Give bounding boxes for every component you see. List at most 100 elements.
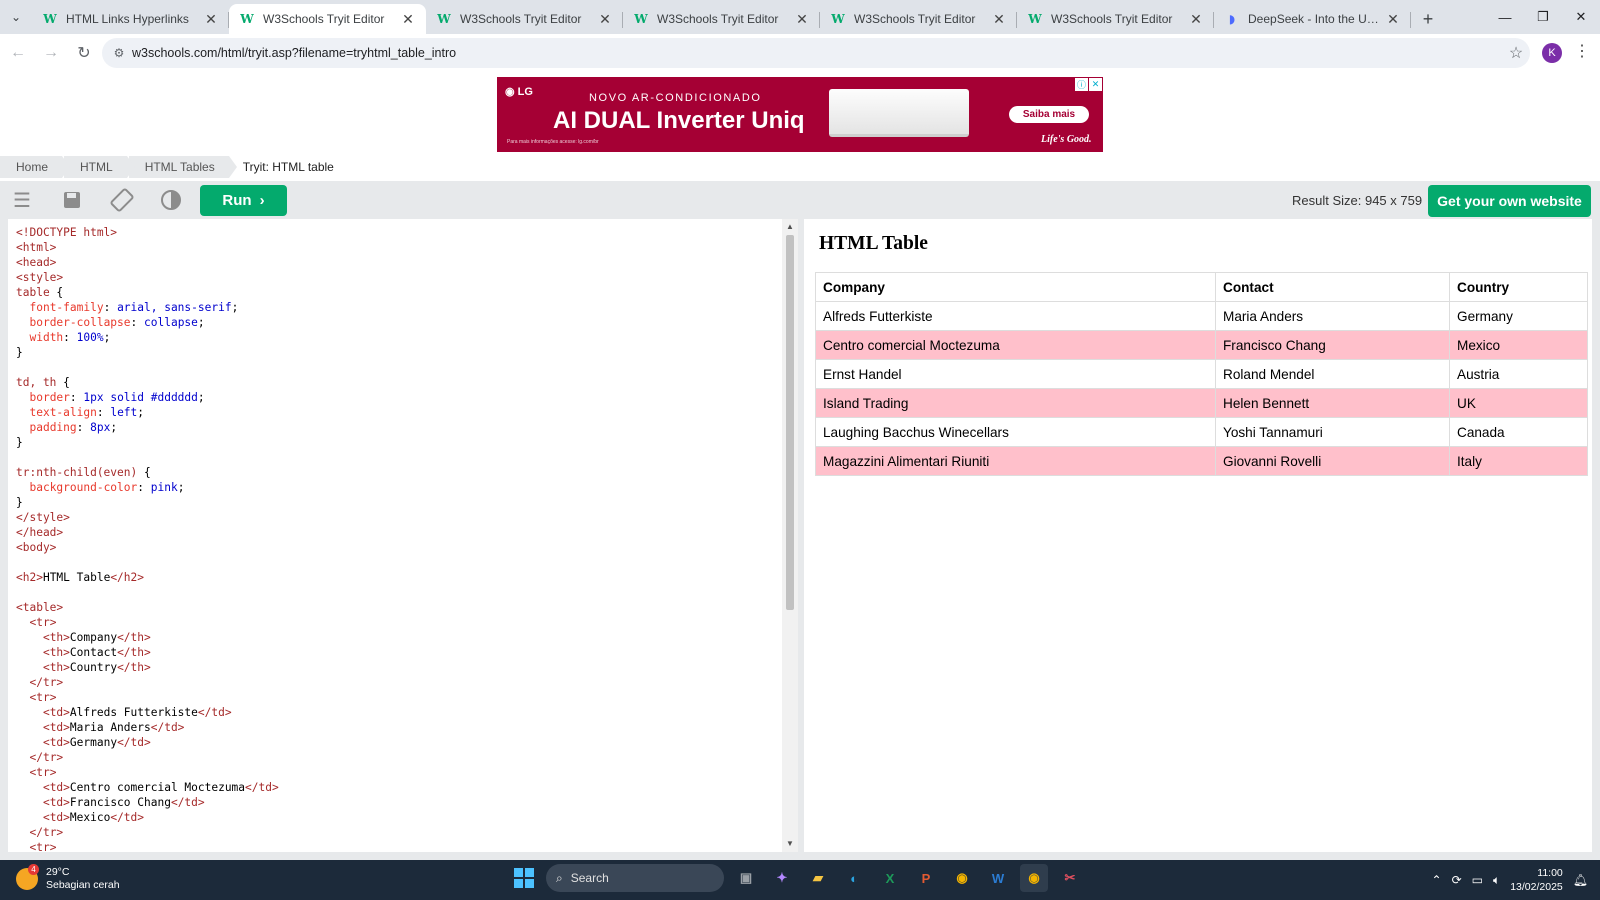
taskbar-search-text: Search: [570, 871, 609, 885]
ad-info-icon[interactable]: ⓘ: [1075, 78, 1088, 91]
browser-tab[interactable]: W HTML Links Hyperlinks ✕: [32, 4, 229, 34]
breadcrumb-html[interactable]: HTML: [64, 156, 135, 178]
header-company: Company: [815, 272, 1216, 302]
new-tab-button[interactable]: +: [1413, 4, 1443, 34]
url-text[interactable]: w3schools.com/html/tryit.asp?filename=tr…: [132, 46, 1502, 60]
save-icon[interactable]: [59, 188, 85, 212]
address-bar: ← → ↻ ⚙ w3schools.com/html/tryit.asp?fil…: [0, 34, 1600, 72]
table-cell: Island Trading: [815, 388, 1216, 418]
ad-product-image: [829, 89, 969, 137]
table-body: Alfreds Futterkiste Maria Anders Germany Ce…: [815, 301, 1588, 476]
chrome-active-icon[interactable]: ◉: [1020, 864, 1048, 892]
browser-tab[interactable]: W W3Schools Tryit Editor ✕: [820, 4, 1017, 34]
browser-tab[interactable]: W W3Schools Tryit Editor ✕: [426, 4, 623, 34]
scroll-thumb[interactable]: [786, 235, 794, 610]
theme-toggle-icon[interactable]: [158, 188, 184, 212]
ad-tagline: Life's Good.: [1041, 134, 1092, 145]
edge-icon[interactable]: ◐: [840, 864, 868, 892]
code-editor[interactable]: <!DOCTYPE html> <html> <head> <style> ta…: [8, 219, 798, 852]
powerpoint-icon[interactable]: P: [912, 864, 940, 892]
notification-bell-icon[interactable]: 🔔︎: [1573, 873, 1588, 887]
breadcrumb-html-tables[interactable]: HTML Tables: [128, 156, 237, 178]
browser-tab[interactable]: W W3Schools Tryit Editor ✕: [1017, 4, 1214, 34]
tab-close-icon[interactable]: ✕: [794, 11, 810, 28]
result-frame: HTML Table Company Contact Country Alfre…: [804, 219, 1592, 852]
tab-close-icon[interactable]: ✕: [1188, 11, 1204, 28]
ad-cta-button[interactable]: Saiba mais: [1009, 106, 1089, 123]
tab-close-icon[interactable]: ✕: [597, 11, 613, 28]
table-cell: Germany: [1449, 301, 1588, 331]
ad-title: AI DUAL Inverter Uniq: [553, 107, 805, 134]
tab-close-icon[interactable]: ✕: [1385, 11, 1401, 28]
file-explorer-icon[interactable]: ▰: [804, 864, 832, 892]
bookmark-star-icon[interactable]: ☆: [1502, 43, 1530, 63]
ad-close-icon[interactable]: ✕: [1089, 78, 1102, 91]
breadcrumb: Home HTML HTML Tables Tryit: HTML table: [0, 156, 350, 178]
clock-time: 11:00: [1537, 867, 1563, 879]
code-text[interactable]: <!DOCTYPE html> <html> <head> <style> ta…: [16, 225, 279, 852]
profile-avatar[interactable]: K: [1542, 43, 1562, 63]
scroll-up-icon[interactable]: ▲: [782, 220, 798, 234]
browser-tab[interactable]: W W3Schools Tryit Editor ✕: [623, 4, 820, 34]
restore-icon[interactable]: ❐: [1524, 0, 1562, 34]
snipping-tool-icon[interactable]: ✂: [1056, 864, 1084, 892]
reload-icon[interactable]: ↻: [69, 38, 99, 68]
table-row: Magazzini Alimentari Riuniti Giovanni Rov…: [815, 446, 1588, 476]
tab-title: W3Schools Tryit Editor: [1051, 12, 1173, 26]
tab-close-icon[interactable]: ✕: [203, 11, 219, 28]
url-field[interactable]: ⚙ w3schools.com/html/tryit.asp?filename=…: [102, 38, 1530, 68]
system-tray: ⌃ ⟳ ▭ 🔈︎ 11:00 13/02/2025 🔔︎: [1432, 860, 1588, 900]
table-cell: Helen Bennett: [1215, 388, 1450, 418]
taskbar-search[interactable]: ⌕ Search: [546, 864, 724, 892]
close-window-icon[interactable]: ✕: [1562, 0, 1600, 34]
table-cell: Magazzini Alimentari Riuniti: [815, 446, 1216, 476]
sun-icon: 4: [16, 864, 39, 890]
sync-icon[interactable]: ⟳: [1452, 873, 1462, 887]
w3schools-icon: W: [831, 12, 845, 26]
table-cell: Centro comercial Moctezuma: [815, 330, 1216, 360]
run-button[interactable]: Run ›: [200, 185, 287, 216]
browser-menu-icon[interactable]: ⋮: [1572, 41, 1592, 65]
ad-kicker: NOVO AR-CONDICIONADO: [589, 92, 762, 104]
tab-close-icon[interactable]: ✕: [991, 11, 1007, 28]
code-scrollbar[interactable]: ▲ ▼: [782, 219, 798, 852]
browser-tab[interactable]: ◗ DeepSeek - Into the Unknown✕: [1214, 4, 1411, 34]
table-cell: UK: [1449, 388, 1588, 418]
network-icon[interactable]: ▭: [1472, 873, 1483, 887]
ad-brand-logo: ◉ LG: [505, 86, 533, 98]
clock[interactable]: 11:00 13/02/2025: [1510, 866, 1563, 894]
back-icon[interactable]: ←: [3, 38, 33, 68]
copilot-icon[interactable]: ✦: [768, 864, 796, 892]
table-row: Laughing Bacchus Winecellars Yoshi Tannam…: [815, 417, 1588, 447]
chrome-icon[interactable]: ◉: [948, 864, 976, 892]
rotate-orientation-icon[interactable]: [109, 188, 135, 212]
get-your-own-website-button[interactable]: Get your own website: [1428, 185, 1591, 217]
menu-icon[interactable]: ☰: [9, 188, 35, 212]
forward-icon[interactable]: →: [36, 38, 66, 68]
browser-tab[interactable]: W W3Schools Tryit Editor ✕: [229, 4, 426, 34]
weather-widget[interactable]: 4 29°C Sebagian cerah: [16, 864, 120, 892]
volume-icon[interactable]: 🔈︎: [1493, 873, 1500, 888]
windows-start-icon[interactable]: [510, 864, 538, 892]
w3schools-icon: W: [43, 12, 57, 26]
editor-toolbar: ☰ Run › Result Size: 945 x 759 Get your …: [0, 181, 1600, 219]
tab-close-icon[interactable]: ✕: [400, 11, 416, 28]
scroll-down-icon[interactable]: ▼: [782, 837, 798, 851]
site-info-icon[interactable]: ⚙: [106, 46, 132, 60]
word-icon[interactable]: W: [984, 864, 1012, 892]
w3schools-icon: W: [1028, 12, 1042, 26]
task-view-icon[interactable]: ▣: [732, 864, 760, 892]
ad-banner[interactable]: ◉ LG NOVO AR-CONDICIONADO AI DUAL Invert…: [497, 77, 1103, 152]
header-country: Country: [1449, 272, 1588, 302]
table-cell: Maria Anders: [1215, 301, 1450, 331]
ad-controls: ⓘ ✕: [1074, 78, 1102, 91]
excel-icon[interactable]: X: [876, 864, 904, 892]
tray-chevron-up-icon[interactable]: ⌃: [1432, 873, 1442, 887]
table-row: Centro comercial Moctezuma Francisco Chan…: [815, 330, 1588, 360]
tab-search-icon[interactable]: ⌄: [0, 0, 32, 34]
minimize-icon[interactable]: —: [1486, 0, 1524, 34]
run-label: Run: [222, 192, 252, 209]
weather-badge: 4: [28, 864, 39, 875]
table-cell: Alfreds Futterkiste: [815, 301, 1216, 331]
breadcrumb-home[interactable]: Home: [0, 156, 71, 178]
